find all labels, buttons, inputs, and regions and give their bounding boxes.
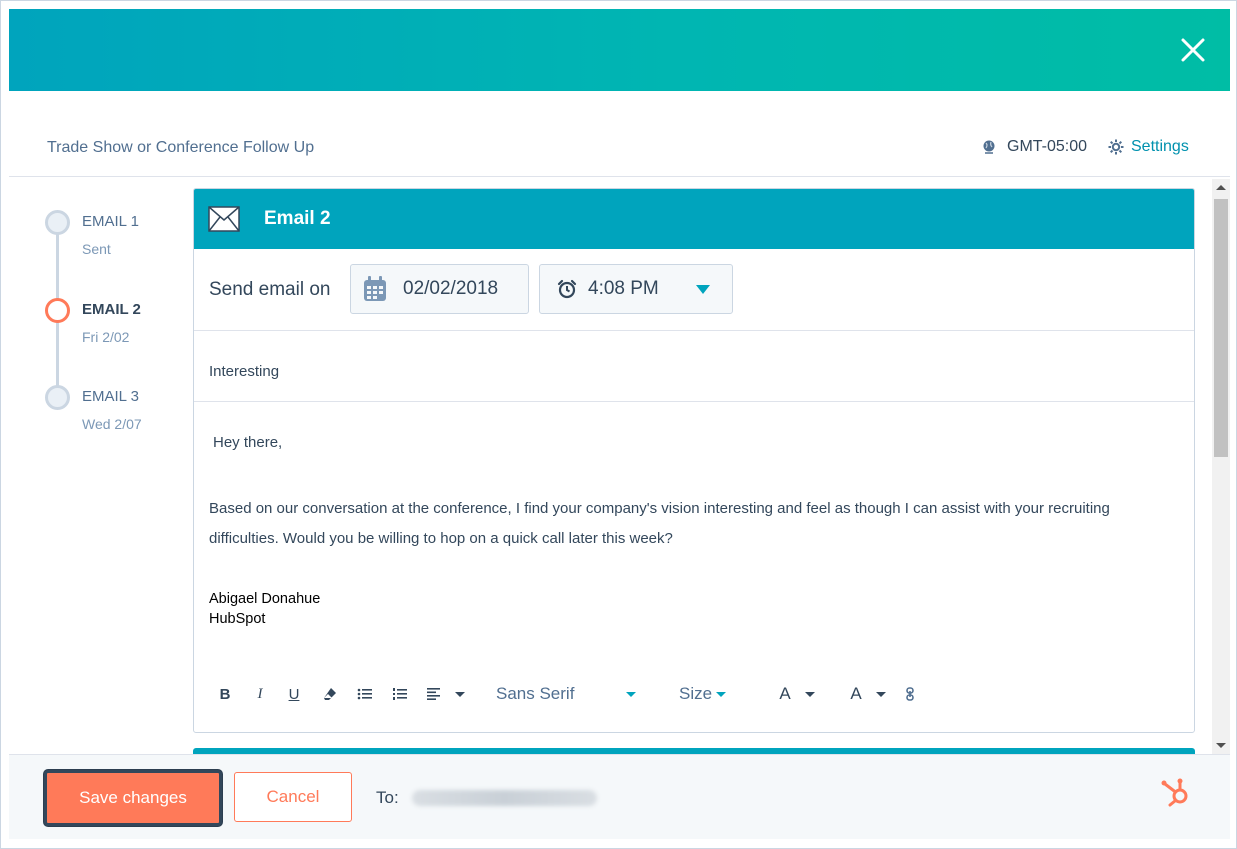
sequence-header: Trade Show or Conference Follow Up GMT-0… bbox=[9, 119, 1230, 177]
send-time-value: 4:08 PM bbox=[588, 278, 659, 299]
settings-link[interactable]: Settings bbox=[1107, 138, 1189, 156]
chevron-down-icon bbox=[804, 691, 815, 697]
subject-field[interactable]: Interesting bbox=[194, 331, 1194, 402]
cancel-button[interactable]: Cancel bbox=[234, 772, 352, 822]
email-card: Email 2 Send email on 02/02/2018 4:08 PM… bbox=[193, 188, 1195, 733]
timeline-step-name: EMAIL 2 bbox=[82, 301, 141, 318]
timeline-step-name: EMAIL 3 bbox=[82, 388, 139, 405]
close-icon[interactable] bbox=[1178, 35, 1208, 65]
timezone-display: GMT-05:00 bbox=[981, 138, 1087, 156]
signature-name: Abigael Donahue bbox=[209, 591, 321, 607]
subject-text: Interesting bbox=[209, 363, 280, 380]
calendar-icon bbox=[364, 276, 386, 301]
chevron-down-icon bbox=[696, 285, 710, 294]
text-color-dropdown[interactable]: A bbox=[775, 683, 819, 705]
recipient-label: To: bbox=[376, 788, 399, 807]
timeline-step-name: EMAIL 1 bbox=[82, 213, 139, 230]
bold-button[interactable]: B bbox=[218, 683, 232, 705]
send-date-value: 02/02/2018 bbox=[403, 278, 499, 299]
highlight-icon: A bbox=[850, 684, 862, 703]
hubspot-logo-icon bbox=[1161, 778, 1188, 807]
timeline-item-email-1[interactable]: EMAIL 1 Sent bbox=[43, 205, 203, 257]
timeline-item-email-3[interactable]: EMAIL 3 Wed 2/07 bbox=[43, 380, 203, 432]
save-changes-button[interactable]: Save changes bbox=[44, 770, 222, 826]
gear-icon bbox=[1108, 139, 1124, 155]
chevron-down-icon bbox=[626, 692, 636, 697]
bulleted-list-icon[interactable] bbox=[356, 683, 374, 705]
timezone-label: GMT-05:00 bbox=[1007, 138, 1088, 155]
email-greeting: Hey there, bbox=[213, 434, 283, 451]
chevron-down-icon bbox=[875, 691, 886, 697]
send-schedule-row: Send email on 02/02/2018 4:08 PM bbox=[194, 249, 1194, 331]
align-dropdown[interactable] bbox=[426, 683, 466, 705]
underline-button[interactable]: U bbox=[287, 683, 301, 705]
font-size-dropdown[interactable]: Size bbox=[679, 683, 729, 705]
align-left-icon bbox=[427, 688, 440, 700]
timeline-step-date: Wed 2/07 bbox=[82, 416, 142, 432]
italic-button[interactable]: I bbox=[253, 683, 267, 705]
send-date-picker[interactable]: 02/02/2018 bbox=[350, 264, 529, 314]
font-size-value: Size bbox=[679, 684, 713, 703]
send-time-dropdown[interactable]: 4:08 PM bbox=[539, 264, 733, 314]
numbered-list-icon[interactable] bbox=[391, 683, 409, 705]
timeline-step-dot bbox=[45, 210, 70, 235]
timeline-step-date: Fri 2/02 bbox=[82, 329, 130, 345]
email-card-title: Email 2 bbox=[264, 208, 331, 229]
envelope-icon bbox=[208, 206, 240, 232]
rich-text-toolbar: B I U Sans Serif Size A A bbox=[210, 679, 1190, 709]
sequence-modal: Trade Show or Conference Follow Up GMT-0… bbox=[0, 0, 1237, 849]
scroll-up-arrow-icon[interactable] bbox=[1216, 185, 1226, 190]
timeline-step-dot-active bbox=[45, 298, 70, 323]
send-email-label: Send email on bbox=[209, 279, 331, 300]
signature-company: HubSpot bbox=[209, 611, 266, 627]
timeline-item-email-2[interactable]: EMAIL 2 Fri 2/02 bbox=[43, 293, 203, 345]
eraser-icon[interactable] bbox=[322, 683, 338, 705]
scroll-down-arrow-icon[interactable] bbox=[1216, 743, 1226, 748]
text-color-icon: A bbox=[779, 684, 791, 703]
email-paragraph: Based on our conversation at the confere… bbox=[209, 500, 1110, 547]
modal-footer: Save changes Cancel To: bbox=[9, 754, 1230, 839]
font-family-dropdown[interactable]: Sans Serif bbox=[496, 683, 636, 705]
link-icon[interactable] bbox=[903, 683, 917, 705]
sequence-title: Trade Show or Conference Follow Up bbox=[47, 139, 315, 156]
globe-icon bbox=[983, 140, 995, 154]
timeline-step-dot bbox=[45, 385, 70, 410]
email-timeline: EMAIL 1 Sent EMAIL 2 Fri 2/02 EMAIL 3 We… bbox=[39, 201, 179, 441]
chevron-down-icon bbox=[455, 691, 465, 697]
recipient-email-redacted bbox=[412, 790, 597, 806]
alarm-clock-icon bbox=[557, 279, 577, 299]
font-family-value: Sans Serif bbox=[496, 684, 575, 703]
highlight-color-dropdown[interactable]: A bbox=[846, 683, 890, 705]
email-card-header: Email 2 bbox=[194, 189, 1194, 249]
vertical-scrollbar[interactable] bbox=[1212, 179, 1230, 754]
email-signature: Abigael Donahue HubSpot bbox=[209, 589, 320, 629]
settings-label: Settings bbox=[1131, 138, 1189, 155]
chevron-down-icon bbox=[716, 691, 727, 697]
scrollbar-thumb[interactable] bbox=[1214, 199, 1228, 457]
timeline-step-date: Sent bbox=[82, 241, 111, 257]
modal-header-bar bbox=[9, 9, 1230, 91]
